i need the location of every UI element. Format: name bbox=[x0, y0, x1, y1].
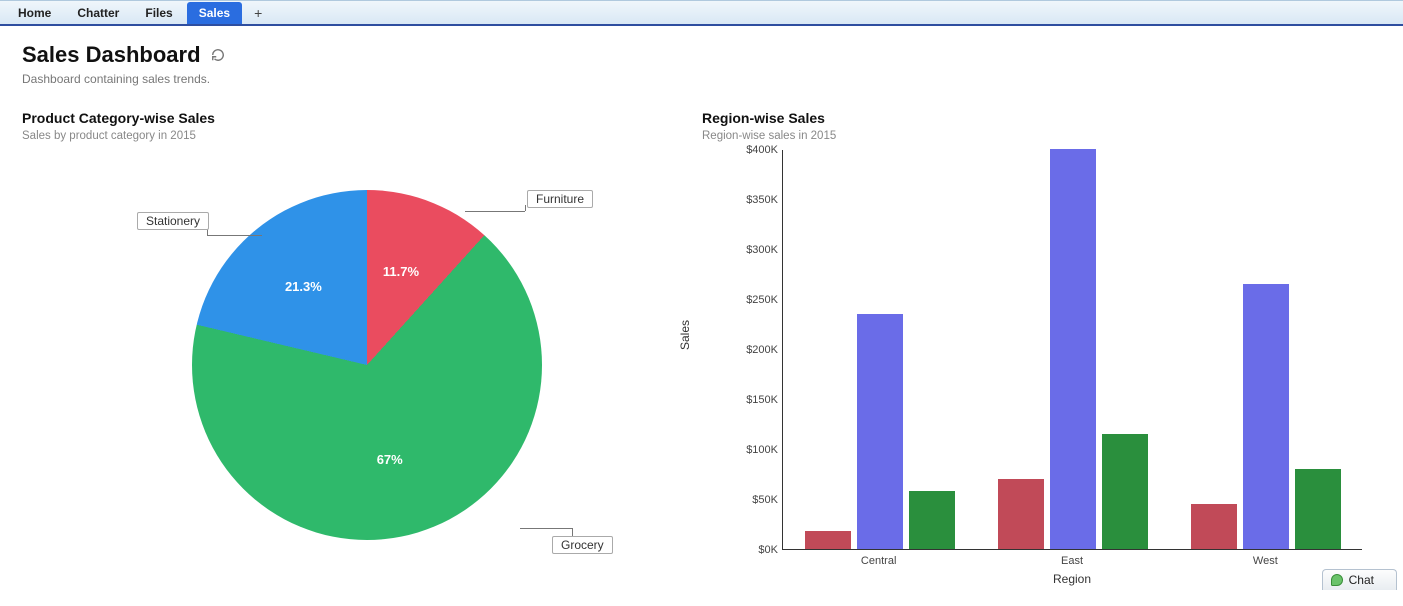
pie-slice-label-grocery: 67% bbox=[377, 452, 403, 467]
pie-slice-label-stationery: 21.3% bbox=[285, 279, 322, 294]
bar-y-tick: $50K bbox=[718, 494, 778, 506]
pie-callout-stationery: Stationery bbox=[137, 212, 209, 230]
pie-leader-line bbox=[207, 235, 262, 236]
bar-y-tick: $250K bbox=[718, 294, 778, 306]
pie-leader-line bbox=[572, 528, 573, 536]
bar-y-tick: $400K bbox=[718, 144, 778, 156]
bar bbox=[909, 491, 955, 549]
bar-y-tick: $350K bbox=[718, 194, 778, 206]
bar-chart: Sales $0K$50K$100K$150K$200K$250K$300K$3… bbox=[702, 150, 1372, 590]
bar-y-tick: $300K bbox=[718, 244, 778, 256]
bar-chart-subtitle: Region-wise sales in 2015 bbox=[702, 130, 1372, 142]
bar-x-tick: East bbox=[1032, 555, 1112, 567]
bar-x-tick: West bbox=[1225, 555, 1305, 567]
bar-x-tick: Central bbox=[839, 555, 919, 567]
bar-y-axis-label: Sales bbox=[678, 320, 692, 350]
pie-chart-block: Product Category-wise Sales Sales by pro… bbox=[22, 110, 662, 590]
pie-leader-line bbox=[465, 211, 525, 212]
pie-callout-grocery: Grocery bbox=[552, 536, 613, 554]
bar bbox=[1295, 469, 1341, 549]
bar-plot-area bbox=[782, 150, 1362, 550]
pie-chart-title: Product Category-wise Sales bbox=[22, 110, 662, 126]
chat-icon bbox=[1331, 574, 1343, 586]
pie-callout-furniture: Furniture bbox=[527, 190, 593, 208]
pie-chart: 11.7% 21.3% 67% Furniture Stationery Gro… bbox=[22, 150, 662, 570]
pie-leader-line bbox=[520, 528, 572, 529]
chat-widget[interactable]: Chat bbox=[1322, 569, 1397, 590]
bar-y-tick: $150K bbox=[718, 394, 778, 406]
bar bbox=[998, 479, 1044, 549]
refresh-icon[interactable] bbox=[211, 48, 225, 62]
bar-chart-title: Region-wise Sales bbox=[702, 110, 1372, 126]
tab-files[interactable]: Files bbox=[133, 2, 184, 24]
add-tab-button[interactable]: + bbox=[244, 3, 272, 23]
pie-leader-line bbox=[525, 205, 526, 211]
bar bbox=[1243, 284, 1289, 549]
tab-home[interactable]: Home bbox=[6, 2, 63, 24]
bar-y-tick: $100K bbox=[718, 444, 778, 456]
bar-y-tick: $200K bbox=[718, 344, 778, 356]
bar bbox=[805, 531, 851, 549]
bar bbox=[857, 314, 903, 549]
bar-x-axis-label: Region bbox=[782, 572, 1362, 586]
page-subtitle: Dashboard containing sales trends. bbox=[22, 72, 1381, 86]
pie-graphic bbox=[192, 190, 542, 540]
chat-label: Chat bbox=[1349, 573, 1374, 587]
tab-chatter[interactable]: Chatter bbox=[65, 2, 131, 24]
tab-sales[interactable]: Sales bbox=[187, 2, 242, 24]
bar bbox=[1102, 434, 1148, 549]
bar bbox=[1050, 149, 1096, 549]
bar-chart-block: Region-wise Sales Region-wise sales in 2… bbox=[702, 110, 1372, 590]
pie-chart-subtitle: Sales by product category in 2015 bbox=[22, 130, 662, 142]
bar bbox=[1191, 504, 1237, 549]
pie-slice-label-furniture: 11.7% bbox=[383, 264, 419, 279]
top-nav: Home Chatter Files Sales + bbox=[0, 0, 1403, 26]
page-title: Sales Dashboard bbox=[22, 42, 201, 68]
bar-y-tick: $0K bbox=[718, 544, 778, 556]
